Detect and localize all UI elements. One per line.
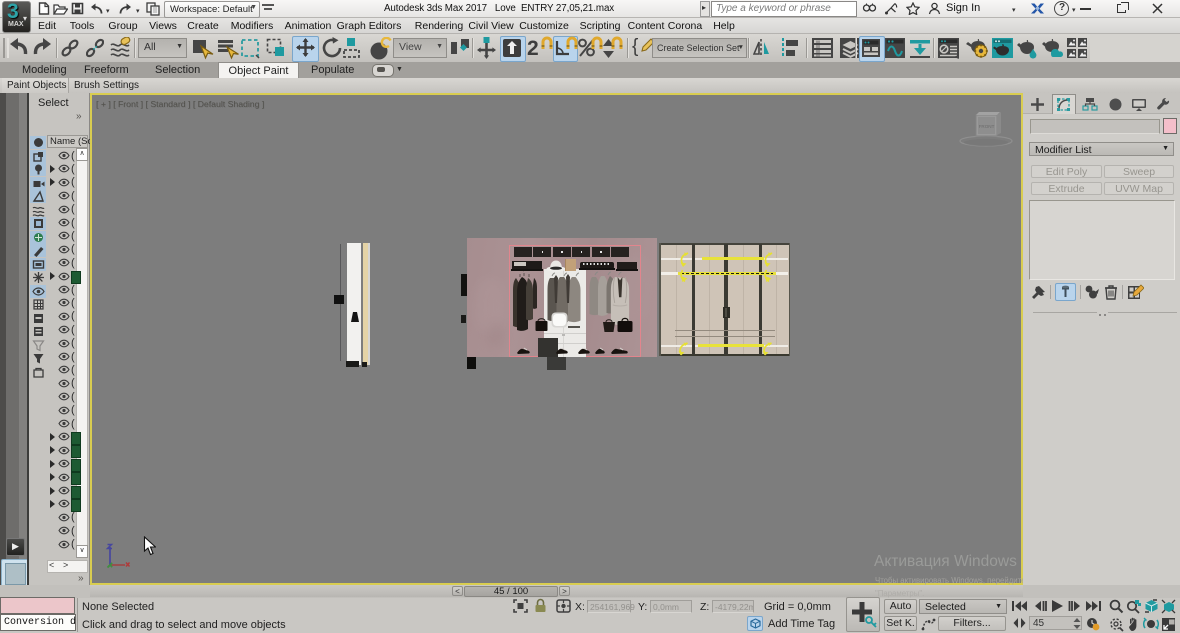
svg-text:FRONT: FRONT (979, 124, 995, 129)
